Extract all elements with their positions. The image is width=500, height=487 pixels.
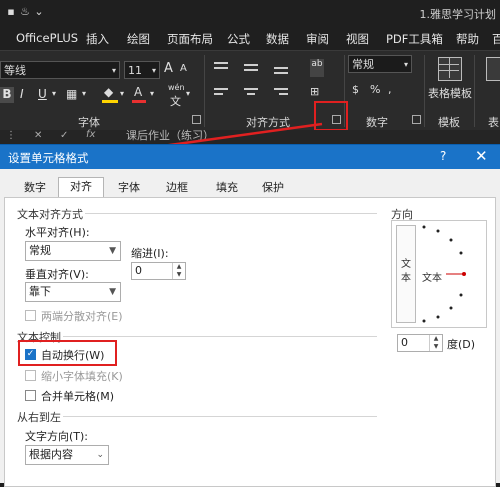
divider (85, 213, 377, 214)
vertical-text-button[interactable]: 文本 (396, 225, 416, 323)
tab-number[interactable]: 数字 (20, 179, 50, 197)
stepper-arrows-icon[interactable]: ▲ ▼ (429, 335, 442, 351)
degrees-value: 0 (401, 336, 408, 349)
tab-alignment[interactable]: 对齐 (58, 177, 104, 199)
justify-distributed-label: 两端分散对齐(E) (41, 310, 123, 323)
divider (63, 336, 377, 337)
justify-distributed-checkbox[interactable] (25, 310, 36, 321)
dialog-title-bar: 设置单元格格式 ? ✕ (0, 145, 500, 169)
vertical-align-value: 靠下 (29, 285, 51, 298)
degrees-stepper[interactable]: 0 ▲ ▼ (397, 334, 443, 352)
chevron-down-icon: ▼ (109, 287, 116, 297)
tab-font[interactable]: 字体 (114, 179, 144, 197)
section-rtl: 从右到左 (17, 411, 61, 424)
text-direction-select[interactable]: 根据内容 ⌄ (25, 445, 109, 465)
horizontal-align-select[interactable]: 常规 ▼ (25, 241, 121, 261)
format-cells-dialog: 设置单元格格式 ? ✕ 数字 对齐 字体 边框 填充 保护 文本对齐方式 水平对… (0, 144, 500, 487)
tab-protection[interactable]: 保护 (258, 179, 288, 197)
wrap-text-label: 自动换行(W) (41, 349, 105, 362)
section-text-alignment: 文本对齐方式 (17, 208, 83, 221)
help-icon[interactable]: ? (440, 149, 446, 163)
degrees-label: 度(D) (447, 338, 476, 351)
merge-cells-label: 合并单元格(M) (41, 390, 115, 403)
vertical-align-select[interactable]: 靠下 ▼ (25, 282, 121, 302)
dialog-title: 设置单元格格式 (8, 151, 89, 165)
chevron-down-icon: ▼ (109, 246, 116, 256)
tab-fill[interactable]: 填充 (212, 179, 242, 197)
horizontal-text-label: 文本 (422, 273, 442, 284)
tab-border[interactable]: 边框 (162, 179, 192, 197)
horizontal-align-value: 常规 (29, 244, 51, 257)
merge-cells-checkbox[interactable] (25, 390, 36, 401)
chevron-down-icon: ⌄ (96, 450, 104, 460)
text-direction-value: 根据内容 (29, 448, 73, 461)
indent-stepper[interactable]: 0 ▲ ▼ (131, 262, 186, 280)
wrap-text-checkbox[interactable]: ✓ (25, 349, 36, 360)
shrink-to-fit-checkbox[interactable] (25, 370, 36, 381)
divider (63, 416, 377, 417)
indent-label: 缩进(I): (131, 247, 169, 260)
indent-value: 0 (135, 264, 142, 277)
horizontal-align-label: 水平对齐(H): (25, 226, 90, 239)
orientation-box: 文本 文本 (391, 220, 487, 328)
close-icon[interactable]: ✕ (475, 147, 488, 165)
shrink-to-fit-label: 缩小字体填充(K) (41, 370, 123, 383)
text-direction-label: 文字方向(T): (25, 430, 89, 443)
vertical-align-label: 垂直对齐(V): (25, 268, 89, 281)
vertical-text-label: 文本 (401, 259, 411, 284)
alignment-panel: 文本对齐方式 水平对齐(H): 常规 ▼ 缩进(I): 0 ▲ ▼ 垂直对齐(V)… (4, 197, 496, 487)
stepper-arrows-icon[interactable]: ▲ ▼ (172, 263, 185, 279)
